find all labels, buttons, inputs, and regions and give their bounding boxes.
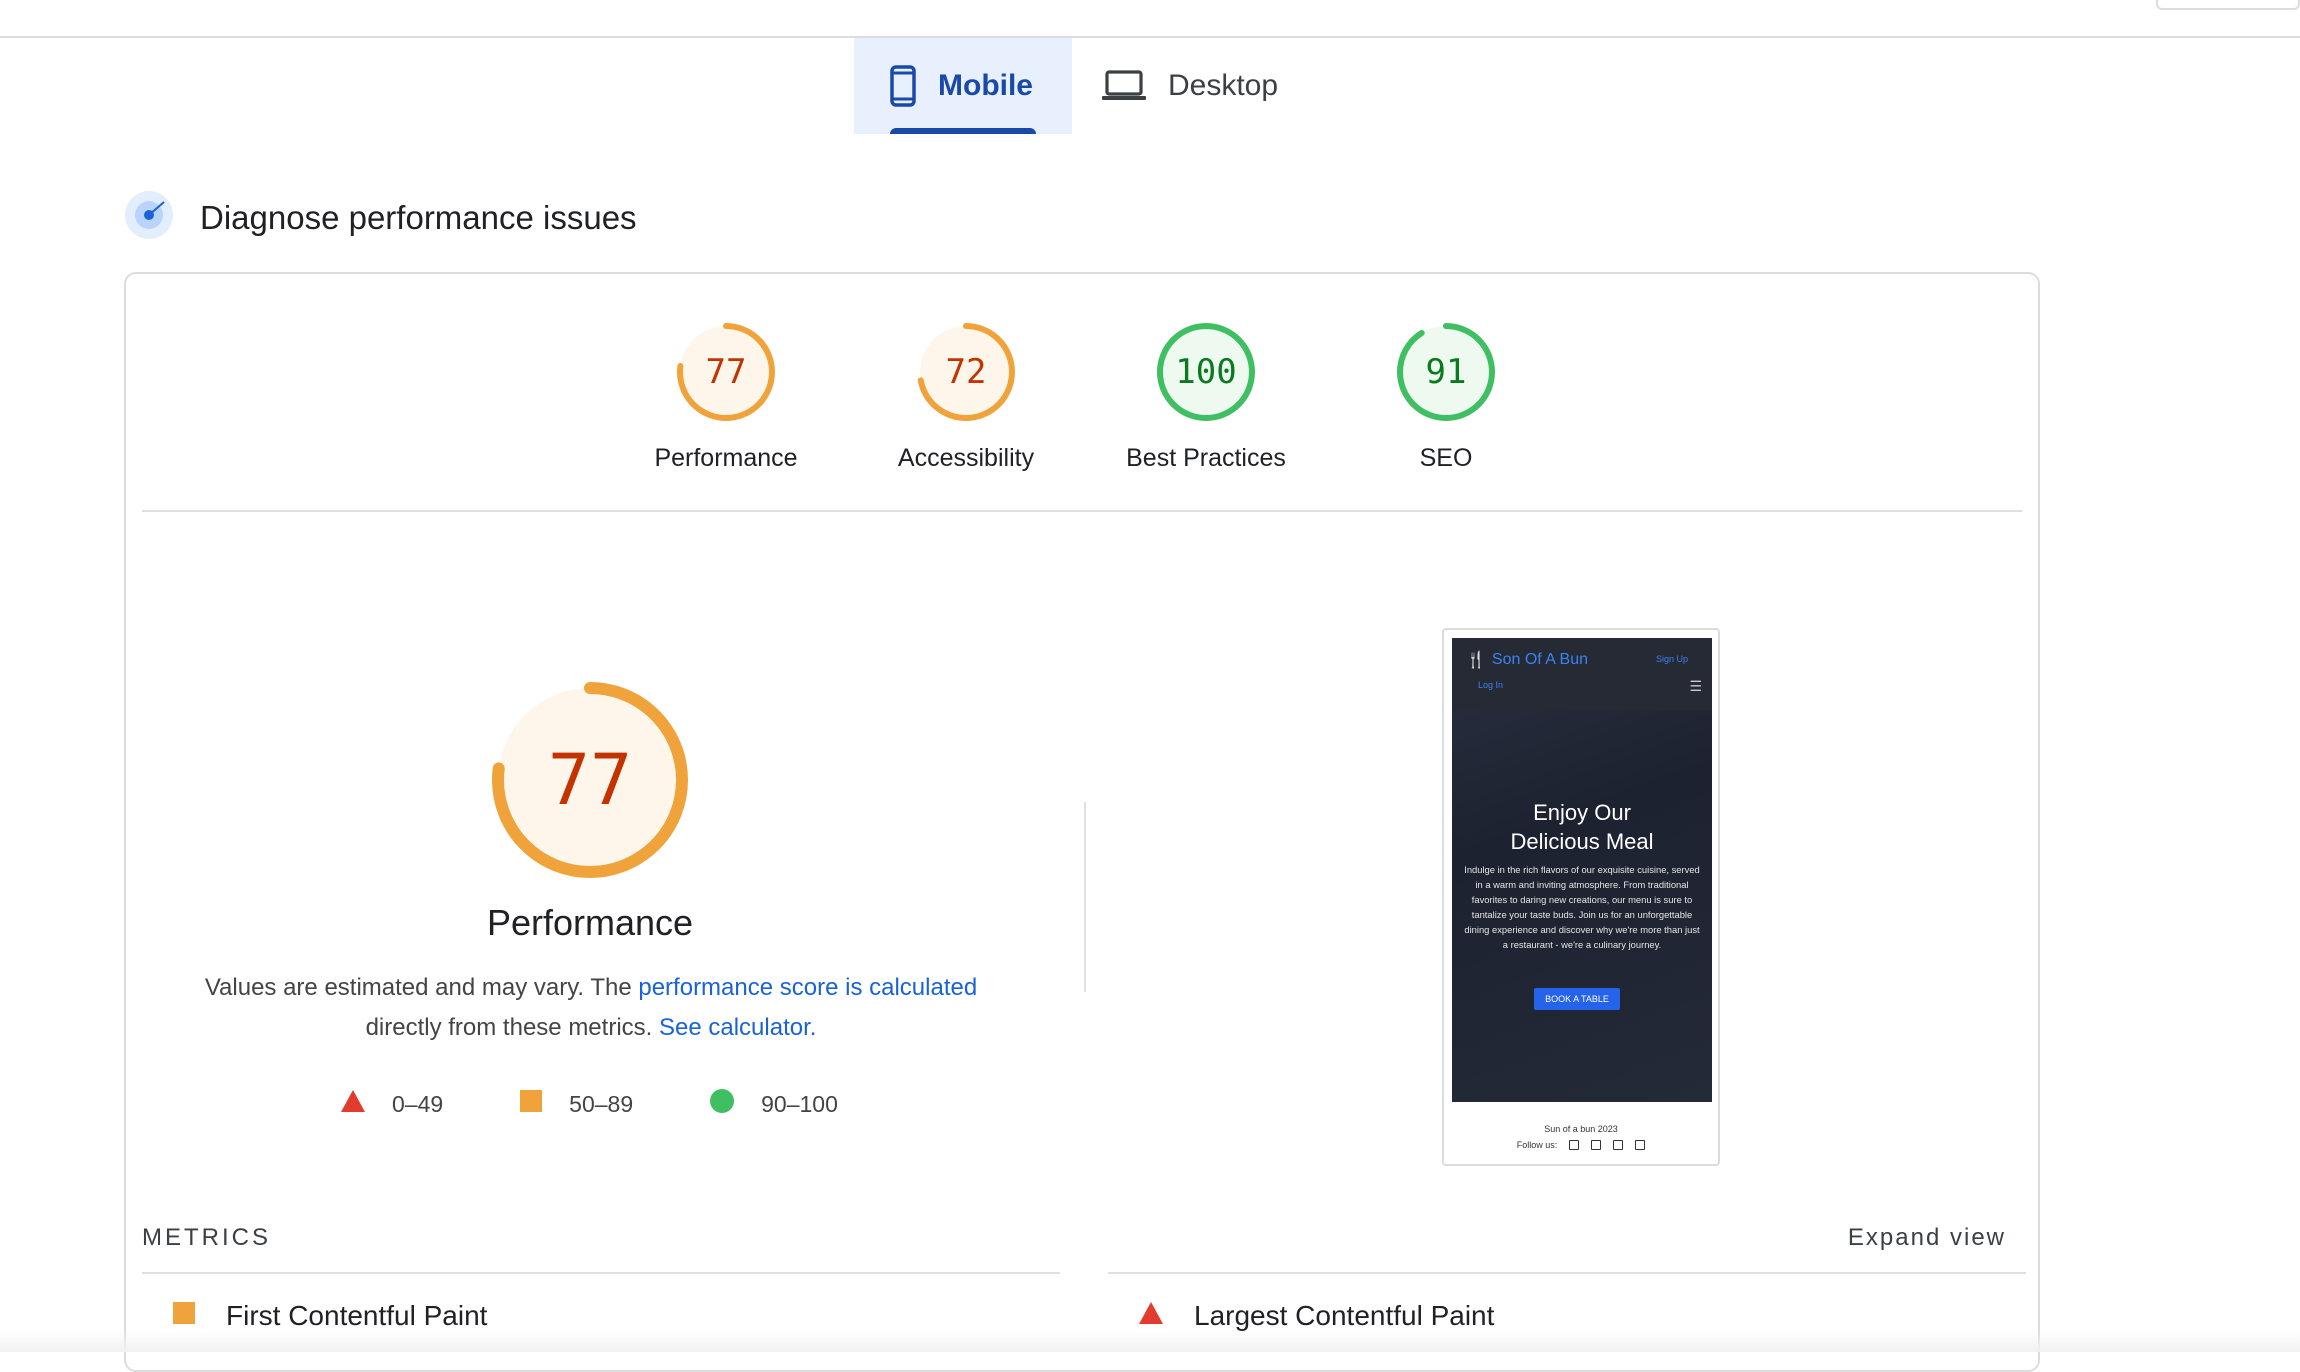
gauge-value: 91 (1425, 352, 1467, 392)
metrics-heading: METRICS (142, 1224, 271, 1251)
gauge-best-practices[interactable]: 100 Best Practices (1106, 322, 1306, 473)
screenshot-login: Log In (1478, 680, 1504, 690)
square-icon (172, 1300, 196, 1332)
screenshot-book-button: BOOK A TABLE (1534, 988, 1620, 1010)
performance-title: Performance (486, 902, 694, 943)
performance-gauge: 77 (490, 680, 690, 880)
target-icon (124, 190, 174, 245)
legend-range: 0–49 (392, 1090, 444, 1117)
metric-label: Largest Contentful Paint (1194, 1300, 1495, 1331)
follow-label: Follow us: (1516, 1140, 1558, 1150)
metric-fcp[interactable]: First Contentful Paint (172, 1300, 487, 1332)
metric-label: First Contentful Paint (226, 1300, 488, 1331)
vertical-divider (1084, 802, 1086, 992)
fork-knife-icon: 🍴 (1466, 652, 1486, 669)
screenshot-nav: 🍴 Son Of A Bun Sign Up Log In ☰ (1452, 638, 1712, 710)
metrics-divider-right (1108, 1272, 2026, 1274)
screenshot-follow: Follow us: (1444, 1140, 1718, 1150)
triangle-icon (1138, 1300, 1164, 1332)
screenshot-signup: Sign Up (1655, 654, 1688, 664)
top-bar (0, 0, 2300, 38)
performance-score: 77 (547, 739, 633, 821)
report-panel: 77 Performance 72 Accessibility 100 Best… (124, 272, 2040, 1372)
screenshot-paragraph: Indulge in the rich flavors of our exqui… (1464, 864, 1700, 950)
gauge-value: 77 (705, 352, 747, 392)
top-right-control[interactable] (2156, 0, 2300, 10)
twitter-icon (1591, 1140, 1602, 1150)
facebook-icon (1569, 1140, 1580, 1150)
gauge-label: SEO (1419, 444, 1473, 472)
device-tabs: Mobile Desktop (854, 38, 1314, 134)
see-calculator-link[interactable]: See calculator. (659, 1014, 816, 1041)
square-icon (519, 1089, 543, 1119)
gauge-ring: 100 (1156, 322, 1256, 422)
youtube-icon (1635, 1140, 1646, 1150)
screenshot-footer: Sun of a bun 2023 (1544, 1124, 1618, 1134)
screenshot-brand: 🍴 Son Of A Bun (1466, 650, 1588, 670)
tab-desktop[interactable]: Desktop (1072, 38, 1314, 134)
headline-line-2: Delicious Meal (1510, 829, 1654, 854)
circle-icon (709, 1088, 735, 1120)
gauge-performance[interactable]: 77 Performance (626, 322, 826, 473)
tab-mobile-label: Mobile (938, 69, 1033, 102)
gauge-label: Performance (654, 444, 798, 472)
metric-lcp[interactable]: Largest Contentful Paint (1138, 1300, 1494, 1332)
legend-range: 50–89 (569, 1090, 634, 1117)
legend-fail: 0–49 (340, 1089, 443, 1119)
gauge-accessibility[interactable]: 72 Accessibility (866, 322, 1066, 473)
gauge-label: Best Practices (1126, 444, 1286, 472)
performance-description: Values are estimated and may vary. The p… (176, 968, 1006, 1048)
gauge-ring: 72 (916, 322, 1016, 422)
gauge-value: 72 (945, 352, 987, 392)
desc-middle: directly from these metrics. (365, 1014, 659, 1041)
brand-name: Son Of A Bun (1491, 651, 1588, 668)
expand-view-button[interactable]: Expand view (1848, 1224, 2006, 1252)
hamburger-icon: ☰ (1689, 678, 1702, 694)
laptop-icon (1102, 70, 1146, 102)
gauge-ring: 91 (1396, 322, 1496, 422)
gauge-seo[interactable]: 91 SEO (1346, 322, 1546, 473)
phone-icon (890, 65, 916, 107)
bottom-shadow (0, 1330, 2300, 1352)
score-calculated-link[interactable]: performance score is calculated (638, 974, 977, 1001)
section-header: Diagnose performance issues (124, 190, 637, 245)
screenshot-headline: Enjoy Our Delicious Meal (1452, 798, 1712, 856)
gauge-value: 100 (1175, 352, 1237, 392)
desc-prefix: Values are estimated and may vary. The (204, 974, 639, 1001)
triangle-icon (340, 1089, 366, 1119)
score-legend: 0–49 50–89 90–100 (340, 1088, 914, 1120)
metrics-divider-left (142, 1272, 1060, 1274)
divider (142, 510, 2022, 512)
page-screenshot: 🍴 Son Of A Bun Sign Up Log In ☰ Enjoy Our… (1442, 628, 1720, 1166)
legend-average: 50–89 (519, 1089, 633, 1119)
legend-range: 90–100 (761, 1090, 838, 1117)
gauge-label: Accessibility (897, 444, 1035, 472)
score-gauges: 77 Performance 72 Accessibility 100 Best… (126, 322, 2038, 472)
headline-line-1: Enjoy Our (1533, 800, 1631, 825)
instagram-icon (1613, 1140, 1624, 1150)
screenshot-hero: 🍴 Son Of A Bun Sign Up Log In ☰ Enjoy Our… (1452, 638, 1712, 1102)
section-title: Diagnose performance issues (200, 198, 637, 236)
tab-mobile[interactable]: Mobile (854, 38, 1072, 134)
tab-desktop-label: Desktop (1168, 69, 1279, 102)
gauge-ring: 77 (676, 322, 776, 422)
legend-pass: 90–100 (709, 1088, 838, 1120)
